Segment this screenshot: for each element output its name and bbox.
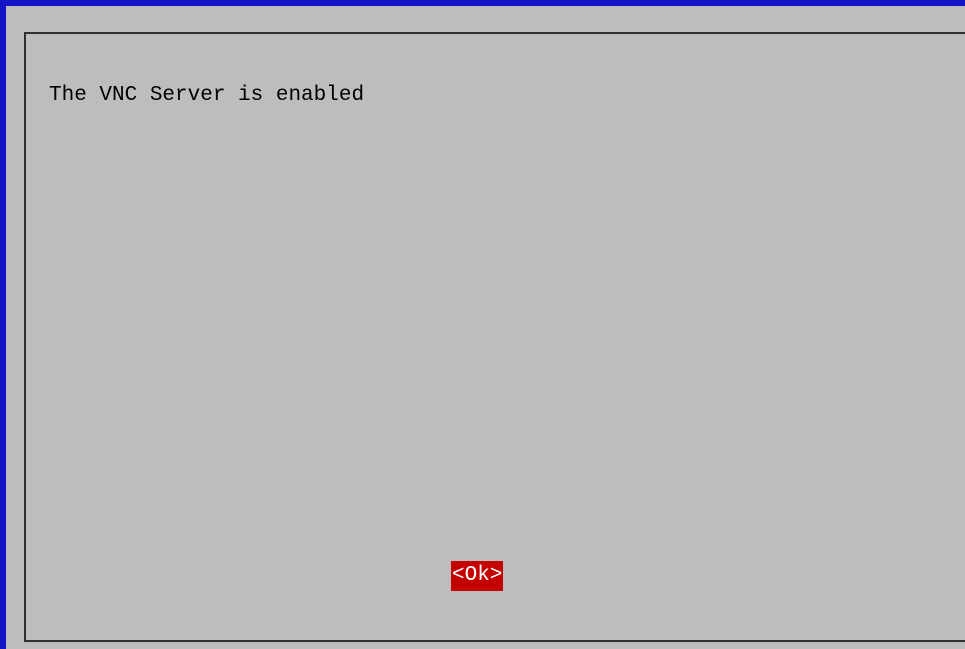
terminal-window: The VNC Server is enabled <Ok> — [0, 0, 965, 649]
message-dialog: The VNC Server is enabled <Ok> — [24, 32, 965, 642]
ok-button[interactable]: <Ok> — [451, 561, 504, 591]
dialog-message: The VNC Server is enabled — [49, 84, 365, 107]
